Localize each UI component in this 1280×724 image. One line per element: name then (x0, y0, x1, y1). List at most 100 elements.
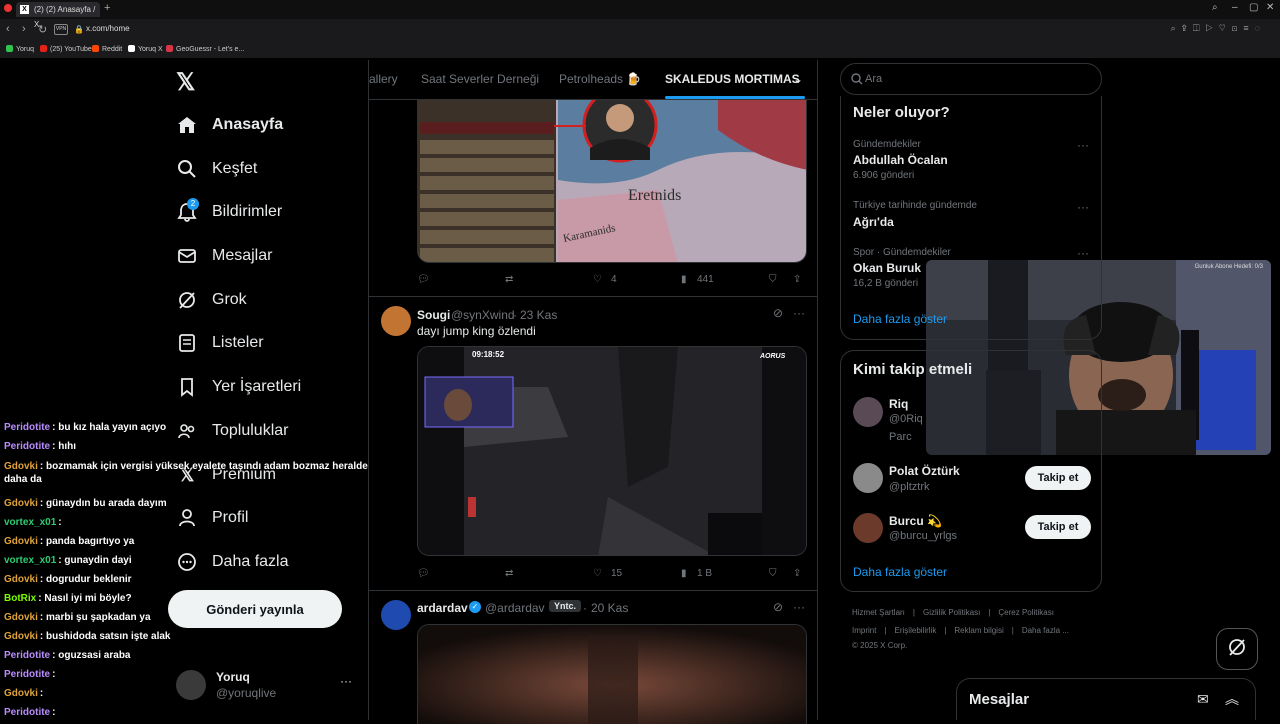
footer-link[interactable]: Reklam bilgisi (954, 626, 1003, 635)
nav-item-notifications[interactable]: 2 Bildirimler (176, 197, 282, 227)
search-box[interactable] (840, 63, 1102, 95)
new-message-icon[interactable]: ✉ (1197, 691, 1209, 708)
like-icon[interactable]: ♡ (593, 568, 602, 579)
nav-item-explore[interactable]: Keşfet (176, 154, 257, 184)
forward-button[interactable]: › (22, 23, 26, 35)
suggested-user-name[interactable]: Burcu 💫 (889, 514, 942, 528)
bookmark-item[interactable]: (25) YouTube (40, 45, 92, 53)
avatar[interactable] (853, 513, 883, 543)
share-icon[interactable]: ⇪ (793, 568, 801, 579)
search-input[interactable] (865, 70, 1085, 88)
x-logo-icon[interactable]: 𝕏 (176, 68, 195, 97)
toolbar-icons[interactable]: ⌕⇪◫▷♡⊡≡◌ (1171, 23, 1266, 34)
follow-button[interactable]: Takip et (1025, 466, 1091, 490)
messages-drawer[interactable]: Mesajlar ✉ ︽ (956, 678, 1256, 720)
show-more-link[interactable]: Daha fazla göster (853, 312, 947, 326)
more-icon[interactable]: ··· (1077, 246, 1089, 260)
nav-item-lists[interactable]: Listeler (176, 328, 264, 358)
bookmark-item[interactable]: Reddit (92, 45, 122, 53)
chat-text: hıhı (58, 441, 77, 452)
chat-username: Peridotite (4, 707, 51, 718)
tab-petrolheads[interactable]: Petrolheads 🍺 (559, 72, 641, 86)
views-icon[interactable]: ▮ (681, 274, 687, 285)
back-button[interactable]: ‹ (6, 23, 10, 35)
footer-link[interactable]: Imprint (852, 626, 876, 635)
nav-item-messages[interactable]: Mesajlar (176, 241, 272, 271)
tab-skaledus-mortimas[interactable]: SKALEDUS MORTIMAS (665, 72, 800, 86)
share-icon[interactable]: ⇪ (793, 274, 801, 285)
reload-button[interactable]: ↻ (38, 23, 47, 36)
more-icon[interactable]: ··· (1077, 138, 1089, 152)
tweet-author-name[interactable]: ardardav (417, 601, 468, 615)
bookmark-item[interactable]: GeoGuessr - Let's e... (166, 45, 244, 53)
like-count: 15 (611, 568, 623, 579)
chevron-down-icon[interactable]: ⌄ (793, 72, 803, 86)
new-tab-button[interactable]: + (104, 2, 110, 14)
tweet-media-map[interactable]: Eretnids Karamanids (417, 100, 807, 263)
grok-icon[interactable]: ⊘ (773, 306, 783, 320)
more-icon[interactable]: ··· (793, 600, 805, 614)
retweet-icon[interactable]: ⇄ (505, 274, 513, 285)
url-bar[interactable]: x.com/home (86, 24, 130, 33)
chat-message: Peridotite: bu kız hala yayın açıyo (4, 422, 166, 433)
more-icon[interactable]: ··· (1077, 200, 1089, 214)
bookmark-favicon-icon (6, 45, 13, 52)
footer-link[interactable]: Hizmet Şartları (852, 608, 905, 617)
bookmark-icon[interactable]: ⛉ (769, 274, 777, 285)
avatar[interactable] (853, 463, 883, 493)
nav-item-bookmarks[interactable]: Yer İşaretleri (176, 372, 301, 402)
brand-logo: AORUS (759, 353, 786, 360)
footer-link[interactable]: Erişilebilirlik (895, 626, 937, 635)
reply-icon[interactable]: 💬︎ (417, 568, 430, 579)
search-tabs-icon[interactable]: ⌕ (1212, 2, 1218, 13)
suggested-user-name[interactable]: Polat Öztürk (889, 464, 960, 478)
grok-icon[interactable]: ⊘ (773, 600, 783, 614)
minimize-button[interactable]: – (1232, 2, 1238, 13)
tab-saat-severler[interactable]: Saat Severler Derneği (421, 72, 539, 86)
trend-name[interactable]: Okan Buruk (853, 261, 921, 275)
bookmark-icon[interactable]: ⛉ (769, 568, 777, 579)
tweet-author-handle[interactable]: @synXwind (451, 308, 515, 322)
more-icon[interactable]: ··· (793, 306, 805, 320)
expand-up-icon[interactable]: ︽ (1225, 689, 1239, 709)
avatar[interactable] (381, 306, 411, 336)
tweet-media-video[interactable]: 09:18:52 AORUS (417, 346, 807, 556)
footer-link[interactable]: Daha fazla ... (1022, 626, 1069, 635)
like-icon[interactable]: ♡ (593, 274, 602, 285)
avatar[interactable] (853, 397, 883, 427)
show-more-link[interactable]: Daha fazla göster (853, 565, 947, 579)
tweet-date[interactable]: 20 Kas (591, 601, 628, 615)
browser-tab[interactable]: X (2) (2) Anasayfa / X (16, 2, 100, 29)
bookmark-item[interactable]: Yoruq X (128, 45, 163, 53)
mail-icon (176, 245, 198, 267)
tweet-author-name[interactable]: Sougi (417, 308, 450, 322)
trend-name[interactable]: Abdullah Öcalan (853, 153, 948, 167)
nav-item-grok[interactable]: Grok (176, 285, 247, 315)
suggested-user-name[interactable]: Riq (889, 397, 908, 411)
reply-icon[interactable]: 💬︎ (417, 274, 430, 285)
tab-gallery[interactable]: allery (369, 72, 398, 86)
footer-link[interactable]: Gizlilik Politikası (923, 608, 980, 617)
vpn-badge[interactable]: VPN (54, 24, 68, 35)
footer-link[interactable]: Çerez Politikası (998, 608, 1054, 617)
close-window-button[interactable]: ✕ (1266, 2, 1274, 13)
grok-icon (1227, 637, 1247, 662)
tweet-media-image[interactable] (417, 624, 807, 724)
tweet-date[interactable]: 23 Kas (520, 308, 557, 322)
avatar[interactable] (381, 600, 411, 630)
tweet-author-handle[interactable]: @ardardav (485, 601, 545, 615)
nav-item-home[interactable]: Anasayfa (176, 110, 283, 140)
nav-label: Anasayfa (212, 116, 284, 133)
bookmark-item[interactable]: Yoruq (6, 45, 34, 53)
chat-username: Peridotite (4, 422, 51, 433)
grok-floating-button[interactable] (1216, 628, 1258, 670)
trend-name[interactable]: Ağrı'da (853, 215, 894, 229)
views-icon[interactable]: ▮ (681, 568, 687, 579)
footer-divider: | (988, 608, 991, 617)
lock-icon[interactable]: 🔒 (74, 25, 84, 34)
who-to-follow-panel: Kimi takip etmeli Riq @0Riq Parc Polat Ö… (840, 350, 1102, 592)
retweet-icon[interactable]: ⇄ (505, 568, 513, 579)
suggested-user-handle: @0Riq (889, 413, 923, 425)
maximize-button[interactable]: ▢ (1249, 2, 1258, 13)
follow-button[interactable]: Takip et (1025, 515, 1091, 539)
